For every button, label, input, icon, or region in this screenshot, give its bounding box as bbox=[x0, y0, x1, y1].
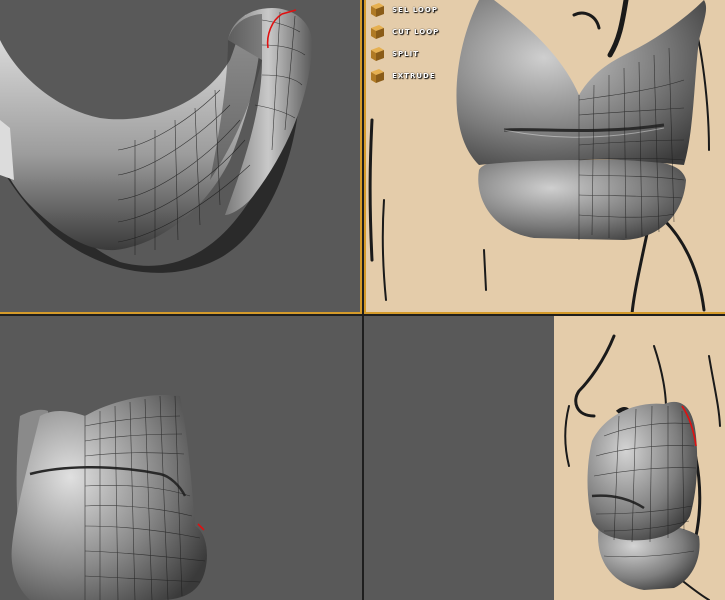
lip-mesh-top-view bbox=[0, 8, 312, 273]
viewport-perspective[interactable] bbox=[364, 316, 725, 600]
box-icon bbox=[371, 3, 384, 17]
extrude-label: EXTRUDE bbox=[392, 72, 436, 80]
viewport-top[interactable] bbox=[0, 0, 362, 314]
viewport-left[interactable] bbox=[0, 316, 362, 600]
split-label: SPLIT bbox=[392, 50, 420, 58]
cut-loop-label: CUT LOOP bbox=[392, 28, 440, 36]
modeling-toolbar: SEL LOOP CUT LOOP SPLIT EXTRUDE bbox=[368, 0, 478, 88]
box-icon bbox=[371, 25, 384, 39]
extrude-button[interactable]: EXTRUDE bbox=[368, 66, 478, 86]
cut-loop-button[interactable]: CUT LOOP bbox=[368, 22, 478, 42]
lip-mesh-side-view bbox=[11, 395, 207, 600]
split-button[interactable]: SPLIT bbox=[368, 44, 478, 64]
sel-loop-button[interactable]: SEL LOOP bbox=[368, 0, 478, 20]
lip-mesh-perspective-view bbox=[554, 316, 725, 600]
box-icon bbox=[371, 47, 384, 61]
box-icon bbox=[371, 69, 384, 83]
sel-loop-label: SEL LOOP bbox=[392, 6, 438, 14]
